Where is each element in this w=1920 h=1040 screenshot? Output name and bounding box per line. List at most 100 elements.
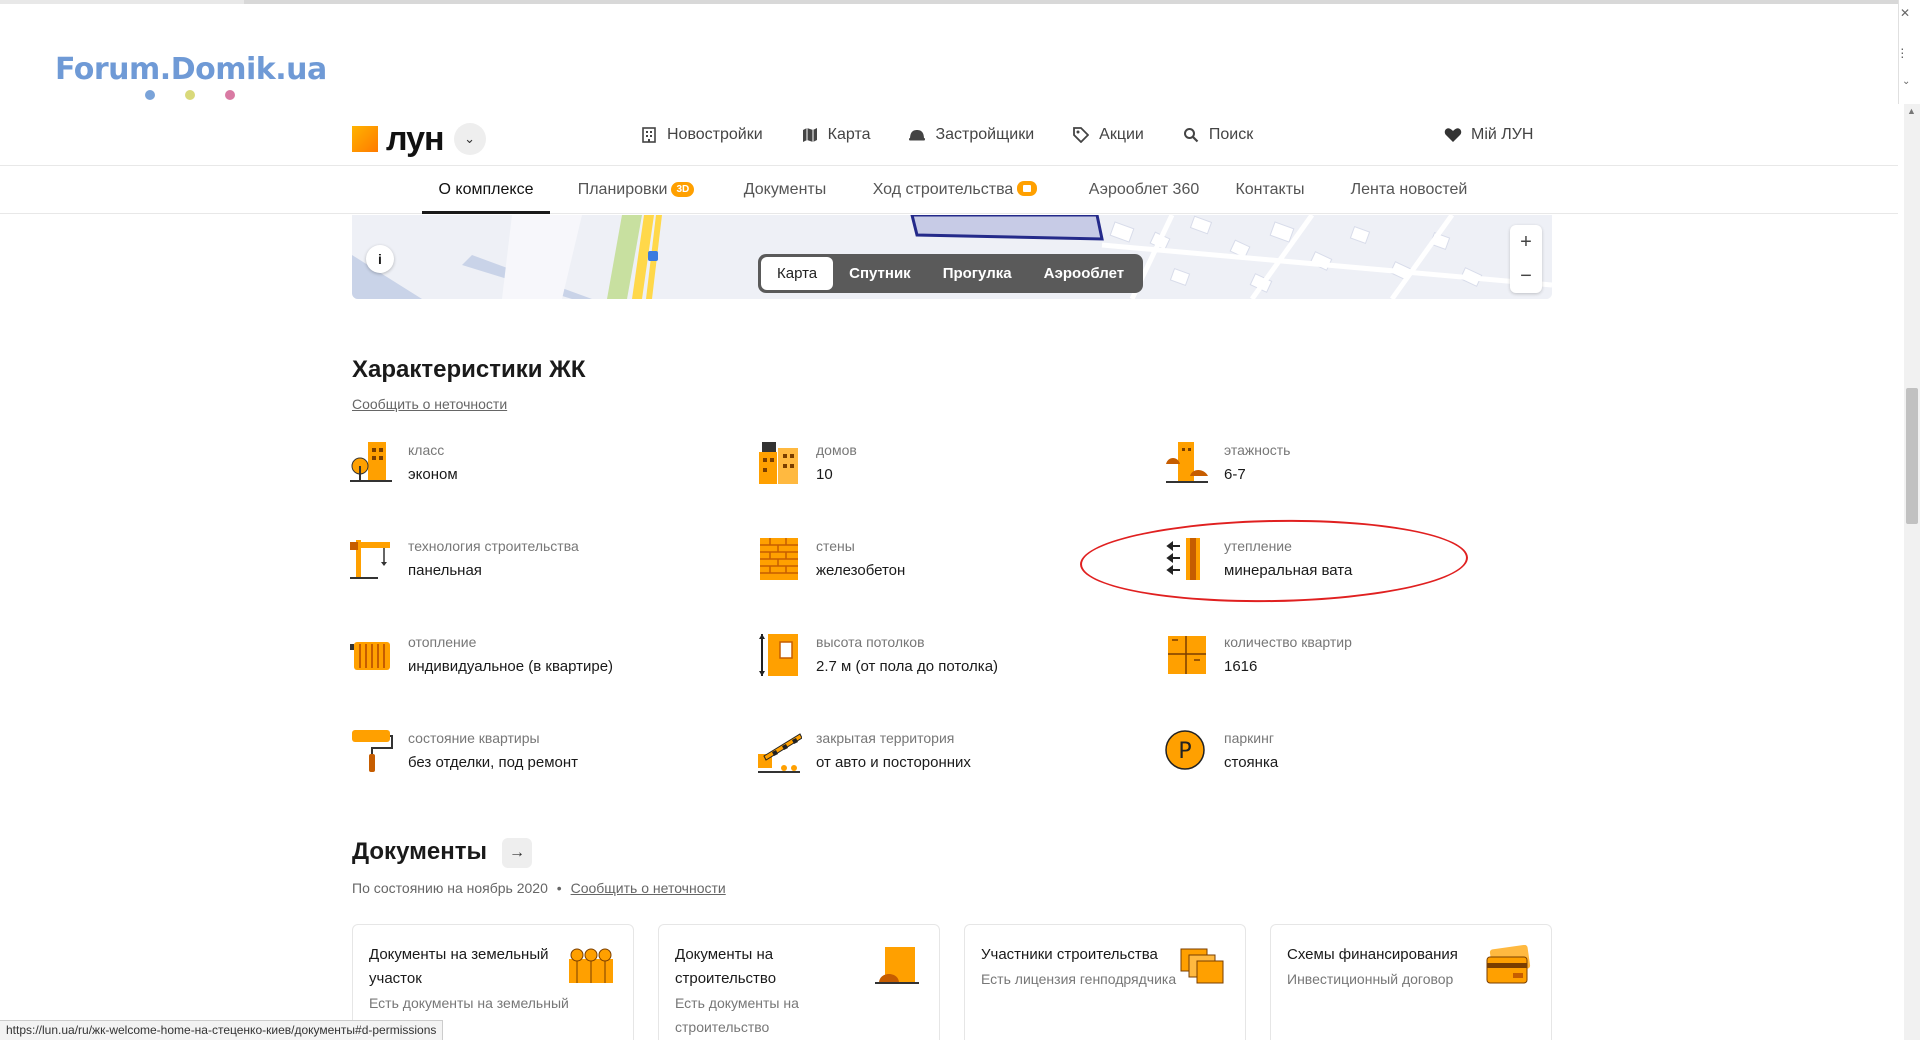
feature-value: стоянка <box>1224 754 1279 771</box>
tab-label: Планировки <box>577 181 668 198</box>
scroll-up-icon[interactable]: ▲ <box>1907 106 1916 116</box>
lun-logo[interactable]: лун ⌄ <box>352 122 486 156</box>
chevron-down-icon: ⌄ <box>464 131 476 146</box>
region-dropdown-button[interactable]: ⌄ <box>453 123 486 155</box>
feature-parking: P паркинг стоянка <box>1164 728 1524 788</box>
participants-icon <box>1180 948 1224 984</box>
my-lun-link[interactable]: Мій ЛУН <box>1444 126 1533 144</box>
zoom-in-button[interactable]: + <box>1510 225 1542 259</box>
feature-label: высота потолков <box>816 634 925 650</box>
nav-item-karta[interactable]: Карта <box>801 126 870 144</box>
complex-map[interactable]: i Карта Спутник Прогулка Аэрооблет + − <box>352 215 1552 299</box>
tab-layouts[interactable]: Планировки 3D <box>568 166 704 214</box>
feature-label: количество квартир <box>1224 634 1352 650</box>
scrollbar-track[interactable] <box>1904 104 1920 1040</box>
feature-construction-tech: технология строительства панельная <box>348 536 708 596</box>
feature-label: состояние квартиры <box>408 730 540 746</box>
map-info-button[interactable]: i <box>366 245 394 273</box>
doc-card-financing[interactable]: Схемы финансирования Инвестиционный дого… <box>1270 924 1552 1040</box>
feature-apartment-state: состояние квартиры без отделки, под ремо… <box>348 728 708 788</box>
forum-watermark: Forum.Domik.ua <box>55 52 327 100</box>
radiator-icon <box>350 642 390 670</box>
documents-arrow-button[interactable]: → <box>502 838 532 868</box>
documents-title: Документы <box>352 838 487 865</box>
svg-text:P: P <box>1178 739 1191 764</box>
tab-label: Лента новостей <box>1350 181 1468 198</box>
land-docs-icon <box>569 948 613 983</box>
tab-aerial-360[interactable]: Аэрооблет 360 <box>1076 166 1212 214</box>
paint-roller-icon <box>352 730 393 772</box>
zoom-out-button[interactable]: − <box>1510 259 1542 293</box>
nav-item-zastroyshchiki[interactable]: Застройщики <box>908 126 1034 144</box>
tab-construction-progress[interactable]: Ход строительства <box>862 166 1048 214</box>
nav-label: Поиск <box>1208 126 1254 143</box>
feature-closed-territory: закрытая территория от авто и посторонни… <box>756 728 1116 788</box>
characteristics-title: Характеристики ЖК <box>352 356 586 383</box>
feature-value: 10 <box>816 466 833 483</box>
watermark-dot <box>225 90 235 100</box>
tab-news-feed[interactable]: Лента новостей <box>1338 166 1480 214</box>
map-mode-switch: Карта Спутник Прогулка Аэрооблет <box>758 254 1144 293</box>
documents-report-link[interactable]: Сообщить о неточности <box>571 880 726 896</box>
close-icon[interactable]: ✕ <box>1900 6 1910 20</box>
tag-icon <box>1072 126 1090 144</box>
watermark-dot <box>145 90 155 100</box>
card-title: Участники строительства <box>981 946 1158 963</box>
feature-label: стены <box>816 538 855 554</box>
browser-tab-strip <box>244 0 1898 4</box>
map-mode-aerial[interactable]: Аэрооблет <box>1028 257 1141 290</box>
nav-item-poisk[interactable]: Поиск <box>1182 126 1253 144</box>
feature-value: панельная <box>408 562 482 579</box>
feature-walls: стены железобетон <box>756 536 1116 596</box>
barrier-icon <box>758 733 802 773</box>
3d-badge: 3D <box>671 182 695 197</box>
houses-icon <box>759 442 798 484</box>
feature-value: железобетон <box>816 562 906 579</box>
chevron-down-icon[interactable]: ⌄ <box>1902 76 1910 87</box>
browser-status-bar: https://lun.ua/ru/жк-welcome-home-на-сте… <box>0 1020 444 1040</box>
doc-card-participants[interactable]: Участники строительства Есть лицензия ге… <box>964 924 1246 1040</box>
my-lun-label: Мій ЛУН <box>1471 126 1534 143</box>
tab-contacts[interactable]: Контакты <box>1226 166 1314 214</box>
crane-icon <box>350 540 390 579</box>
card-title: Документы на строительство <box>675 946 777 987</box>
map-mode-map[interactable]: Карта <box>761 257 834 290</box>
card-desc: Есть лицензия генподрядчика <box>981 971 1177 987</box>
card-desc: Инвестиционный договор <box>1287 971 1454 987</box>
nav-item-aktsii[interactable]: Акции <box>1072 126 1144 144</box>
tab-about[interactable]: О комплексе <box>422 166 550 214</box>
browser-controls: ✕ · · · ⌄ <box>1898 0 1920 104</box>
feature-label: паркинг <box>1224 730 1274 746</box>
feature-apartment-count: количество квартир 1616 <box>1164 632 1524 692</box>
construction-docs-icon <box>875 947 919 984</box>
arrow-right-icon: → <box>509 844 525 861</box>
documents-status-date: По состоянию на ноябрь 2020 <box>352 880 548 896</box>
tab-label: Контакты <box>1235 181 1305 198</box>
tab-label: Аэрооблет 360 <box>1088 181 1200 198</box>
nav-item-novostroyki[interactable]: Новостройки <box>640 126 763 144</box>
documents-status: По состоянию на ноябрь 2020 • Сообщить о… <box>352 880 726 896</box>
doc-card-construction[interactable]: Документы на строительство Есть документ… <box>658 924 940 1040</box>
report-inaccuracy-link[interactable]: Сообщить о неточности <box>352 396 507 412</box>
info-icon: i <box>378 251 382 267</box>
more-icon[interactable]: · · · <box>1900 41 1905 63</box>
logo-square-icon <box>352 126 378 152</box>
tab-label: О комплексе <box>438 181 534 198</box>
feature-label: технология строительства <box>408 538 579 554</box>
map-zoom-controls: + − <box>1510 225 1542 293</box>
feature-value: 6-7 <box>1224 466 1246 483</box>
nav-label: Застройщики <box>935 126 1035 143</box>
wall-icon <box>760 538 798 580</box>
feature-label: отопление <box>408 634 477 650</box>
map-mode-walk[interactable]: Прогулка <box>927 257 1028 290</box>
feature-label: класс <box>408 442 445 458</box>
map-mode-satellite[interactable]: Спутник <box>833 257 927 290</box>
main-nav: Новостройки Карта Застройщики Акции Поис… <box>640 126 1291 144</box>
heart-icon <box>1444 126 1462 144</box>
scrollbar-thumb[interactable] <box>1906 388 1918 524</box>
search-icon <box>1182 126 1200 144</box>
tab-label: Документы <box>743 181 827 198</box>
feature-houses: домов 10 <box>756 440 1116 500</box>
apartments-icon <box>1168 636 1206 674</box>
tab-documents[interactable]: Документы <box>734 166 836 214</box>
